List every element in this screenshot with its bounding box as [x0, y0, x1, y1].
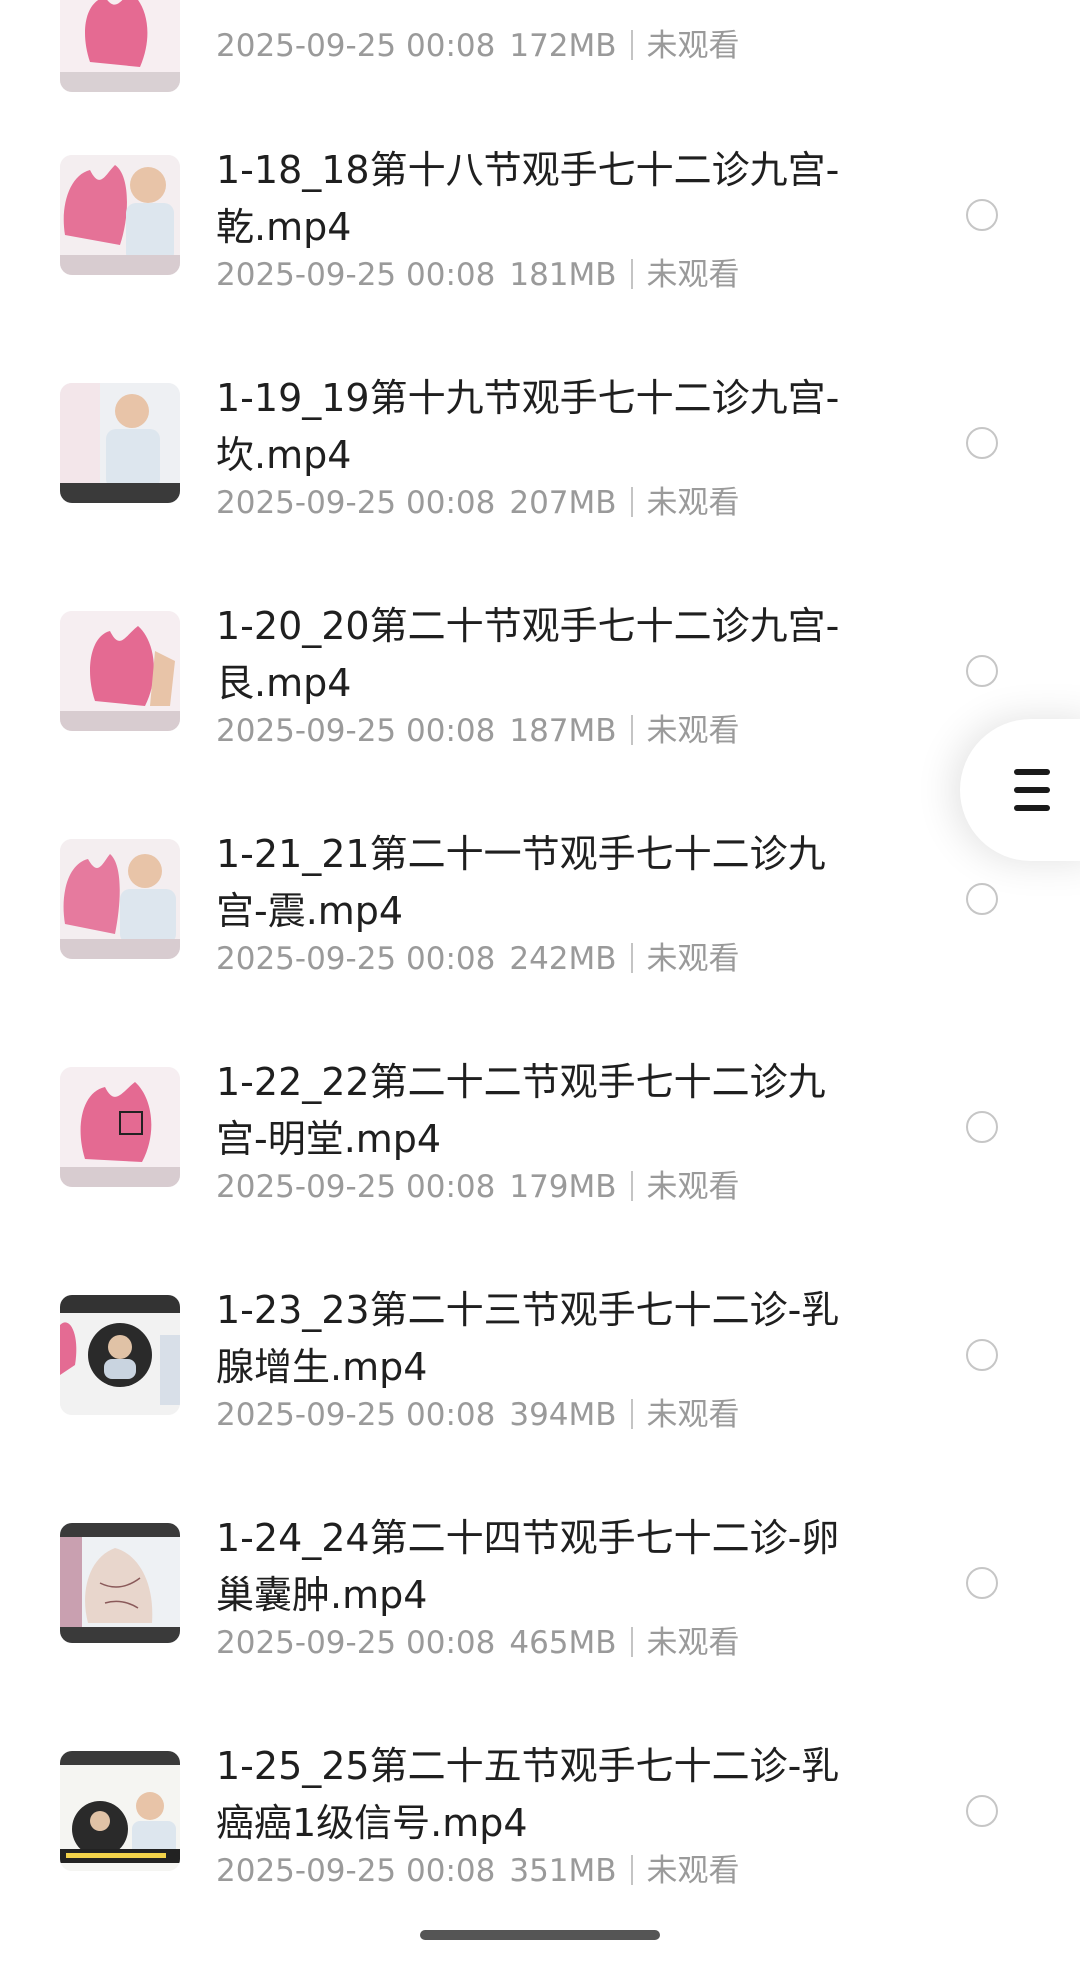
- select-radio[interactable]: [966, 427, 998, 459]
- select-radio[interactable]: [966, 1795, 998, 1827]
- select-radio[interactable]: [966, 1567, 998, 1599]
- video-size: 187MB: [509, 713, 617, 749]
- watch-status: 未观看: [646, 28, 740, 64]
- list-item[interactable]: 1-23_23第二十三节观手七十二诊-乳 腺增生.mp4 2025-09-25 0…: [0, 1277, 1080, 1505]
- video-title: 1-22_22第二十二节观手七十二诊九 宫-明堂.mp4: [216, 1060, 826, 1161]
- meta-divider: [630, 30, 633, 60]
- video-date: 2025-09-25 00:08: [216, 941, 496, 977]
- video-meta: 2025-09-25 00:08 465MB 未观看: [216, 1623, 740, 1663]
- video-title: 1-25_25第二十五节观手七十二诊-乳 癌癌1级信号.mp4: [216, 1744, 840, 1845]
- watch-status: 未观看: [646, 257, 740, 293]
- video-title: 1-24_24第二十四节观手七十二诊-卵 巢囊肿.mp4: [216, 1516, 840, 1617]
- home-indicator[interactable]: [420, 1930, 660, 1940]
- meta-divider: [630, 1855, 633, 1885]
- video-meta: 2025-09-25 00:08 351MB 未观看: [216, 1851, 740, 1891]
- video-thumbnail: [60, 0, 180, 92]
- video-date: 2025-09-25 00:08: [216, 257, 496, 293]
- video-title: 1-23_23第二十三节观手七十二诊-乳 腺增生.mp4: [216, 1288, 840, 1389]
- watch-status: 未观看: [646, 1625, 740, 1661]
- list-item[interactable]: 1-19_19第十九节观手七十二诊九宫- 坎.mp4 2025-09-25 00:…: [0, 365, 1080, 593]
- watch-status: 未观看: [646, 1397, 740, 1433]
- video-thumbnail: [60, 611, 180, 731]
- video-size: 351MB: [509, 1853, 617, 1889]
- video-title: 1-18_18第十八节观手七十二诊九宫- 乾.mp4: [216, 148, 840, 249]
- meta-divider: [630, 1399, 633, 1429]
- video-title: 1-19_19第十九节观手七十二诊九宫- 坎.mp4: [216, 376, 840, 477]
- video-thumbnail: [60, 839, 180, 959]
- video-title: 1-21_21第二十一节观手七十二诊九 宫-震.mp4: [216, 832, 826, 933]
- video-meta: 2025-09-25 00:08 172MB 未观看: [216, 26, 740, 66]
- meta-divider: [630, 487, 633, 517]
- video-date: 2025-09-25 00:08: [216, 485, 496, 521]
- video-thumbnail: [60, 383, 180, 503]
- video-file-list: 2025-09-25 00:08 172MB 未观看 1-18_18第十八节观手七十…: [0, 0, 1080, 1975]
- video-size: 242MB: [509, 941, 617, 977]
- video-thumbnail: [60, 1523, 180, 1643]
- video-meta: 2025-09-25 00:08 242MB 未观看: [216, 939, 740, 979]
- video-date: 2025-09-25 00:08: [216, 28, 496, 64]
- list-item[interactable]: 1-18_18第十八节观手七十二诊九宫- 乾.mp4 2025-09-25 00:…: [0, 137, 1080, 365]
- video-size: 181MB: [509, 257, 617, 293]
- list-item[interactable]: 1-22_22第二十二节观手七十二诊九 宫-明堂.mp4 2025-09-25 0…: [0, 1049, 1080, 1277]
- video-size: 172MB: [509, 28, 617, 64]
- meta-divider: [630, 259, 633, 289]
- video-date: 2025-09-25 00:08: [216, 1625, 496, 1661]
- meta-divider: [630, 1627, 633, 1657]
- watch-status: 未观看: [646, 485, 740, 521]
- select-radio[interactable]: [966, 883, 998, 915]
- select-radio[interactable]: [966, 1339, 998, 1371]
- video-meta: 2025-09-25 00:08 394MB 未观看: [216, 1395, 740, 1435]
- video-thumbnail: [60, 1295, 180, 1415]
- watch-status: 未观看: [646, 713, 740, 749]
- video-thumbnail: [60, 1067, 180, 1187]
- select-radio[interactable]: [966, 1111, 998, 1143]
- watch-status: 未观看: [646, 1853, 740, 1889]
- video-size: 465MB: [509, 1625, 617, 1661]
- list-item[interactable]: 1-25_25第二十五节观手七十二诊-乳 癌癌1级信号.mp4 2025-09-2…: [0, 1733, 1080, 1961]
- list-item[interactable]: 1-24_24第二十四节观手七十二诊-卵 巢囊肿.mp4 2025-09-25 0…: [0, 1505, 1080, 1733]
- list-item[interactable]: 1-20_20第二十节观手七十二诊九宫- 艮.mp4 2025-09-25 00:…: [0, 593, 1080, 821]
- list-item[interactable]: 2025-09-25 00:08 172MB 未观看: [0, 0, 1080, 92]
- video-date: 2025-09-25 00:08: [216, 1169, 496, 1205]
- watch-status: 未观看: [646, 1169, 740, 1205]
- watch-status: 未观看: [646, 941, 740, 977]
- video-size: 394MB: [509, 1397, 617, 1433]
- select-radio[interactable]: [966, 199, 998, 231]
- video-size: 179MB: [509, 1169, 617, 1205]
- meta-divider: [630, 1171, 633, 1201]
- list-item[interactable]: 1-21_21第二十一节观手七十二诊九 宫-震.mp4 2025-09-25 00…: [0, 821, 1080, 1049]
- video-thumbnail: [60, 155, 180, 275]
- video-date: 2025-09-25 00:08: [216, 1397, 496, 1433]
- menu-icon: [1014, 769, 1050, 811]
- video-date: 2025-09-25 00:08: [216, 713, 496, 749]
- video-meta: 2025-09-25 00:08 187MB 未观看: [216, 711, 740, 751]
- video-thumbnail: [60, 1751, 180, 1871]
- video-meta: 2025-09-25 00:08 207MB 未观看: [216, 483, 740, 523]
- video-meta: 2025-09-25 00:08 179MB 未观看: [216, 1167, 740, 1207]
- video-meta: 2025-09-25 00:08 181MB 未观看: [216, 255, 740, 295]
- meta-divider: [630, 943, 633, 973]
- select-radio[interactable]: [966, 655, 998, 687]
- video-size: 207MB: [509, 485, 617, 521]
- video-title: [216, 0, 856, 16]
- meta-divider: [630, 715, 633, 745]
- video-title: 1-20_20第二十节观手七十二诊九宫- 艮.mp4: [216, 604, 840, 705]
- video-date: 2025-09-25 00:08: [216, 1853, 496, 1889]
